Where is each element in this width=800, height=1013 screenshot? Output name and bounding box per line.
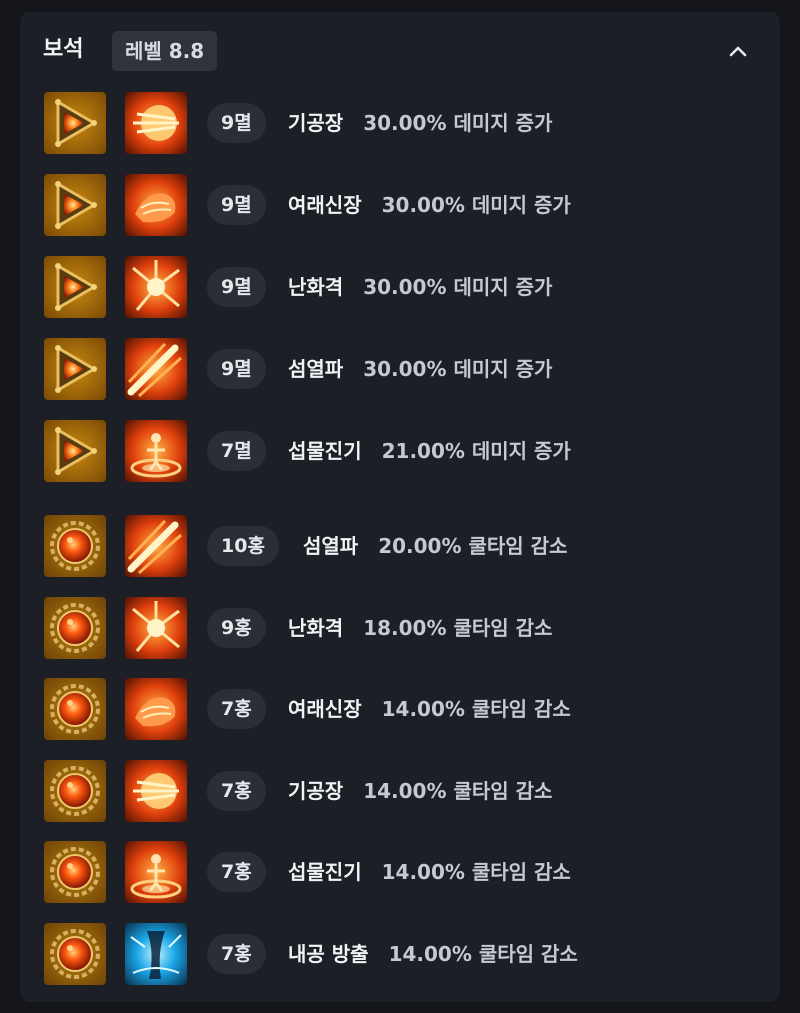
gem-row[interactable]: 10홍 섬열파 20.00% 쿨타임 감소: [20, 515, 780, 577]
gem-tier-badge: 9홍: [207, 608, 266, 648]
gem-row[interactable]: 7홍 섭물진기 14.00% 쿨타임 감소: [20, 841, 780, 903]
gem-row[interactable]: 7홍 내공 방출 14.00% 쿨타임 감소: [20, 923, 780, 985]
gem-panel: 보석 레벨 8.8 9멸 기공장 30.00% 데미지 증가 9멸 여래신장 3…: [20, 12, 780, 1002]
annihilation-gem-icon[interactable]: [44, 420, 106, 482]
skill-name: 기공장: [288, 779, 344, 803]
gem-tier-badge: 9멸: [207, 349, 266, 389]
skill-name: 난화격: [288, 275, 344, 299]
gem-description: 난화격 30.00% 데미지 증가: [288, 267, 552, 307]
gem-effect: 18.00% 쿨타임 감소: [363, 616, 553, 640]
gem-description: 섭물진기 21.00% 데미지 증가: [288, 431, 571, 471]
gem-effect: 20.00% 쿨타임 감소: [378, 534, 568, 558]
gem-description: 기공장 30.00% 데미지 증가: [288, 103, 552, 143]
ki-palm-icon[interactable]: [125, 92, 187, 154]
gem-tier-badge: 10홍: [207, 526, 279, 566]
skill-name: 여래신장: [288, 697, 362, 721]
skill-name: 여래신장: [288, 193, 362, 217]
gem-row[interactable]: 9멸 여래신장 30.00% 데미지 증가: [20, 174, 780, 236]
crimson-gem-icon[interactable]: [44, 597, 106, 659]
gem-description: 내공 방출 14.00% 쿨타임 감소: [288, 934, 578, 974]
gem-row[interactable]: 7홍 기공장 14.00% 쿨타임 감소: [20, 760, 780, 822]
annihilation-gem-icon[interactable]: [44, 256, 106, 318]
annihilation-gem-icon[interactable]: [44, 338, 106, 400]
buddha-palm-icon[interactable]: [125, 174, 187, 236]
skill-name: 기공장: [288, 111, 344, 135]
gem-description: 섬열파 30.00% 데미지 증가: [288, 349, 552, 389]
gem-description: 기공장 14.00% 쿨타임 감소: [288, 771, 552, 811]
flower-strike-icon[interactable]: [125, 597, 187, 659]
flash-wave-icon[interactable]: [125, 338, 187, 400]
crimson-gem-icon[interactable]: [44, 515, 106, 577]
chevron-up-icon: [729, 46, 747, 57]
gem-description: 여래신장 14.00% 쿨타임 감소: [288, 689, 571, 729]
buddha-palm-icon[interactable]: [125, 678, 187, 740]
crimson-gem-icon[interactable]: [44, 678, 106, 740]
inner-energy-release-icon[interactable]: [125, 923, 187, 985]
skill-name: 섬열파: [303, 534, 359, 558]
gem-effect: 30.00% 데미지 증가: [363, 111, 553, 135]
gem-level-badge: 레벨 8.8: [112, 31, 218, 71]
gem-row[interactable]: 9멸 난화격 30.00% 데미지 증가: [20, 256, 780, 318]
gem-row[interactable]: 9멸 기공장 30.00% 데미지 증가: [20, 92, 780, 154]
crimson-gem-icon[interactable]: [44, 760, 106, 822]
ki-palm-icon[interactable]: [125, 760, 187, 822]
gem-tier-badge: 7홍: [207, 689, 266, 729]
crimson-gem-icon[interactable]: [44, 923, 106, 985]
annihilation-gem-icon[interactable]: [44, 174, 106, 236]
skill-name: 섬열파: [288, 357, 344, 381]
crimson-gem-icon[interactable]: [44, 841, 106, 903]
gem-effect: 30.00% 데미지 증가: [363, 357, 553, 381]
gem-tier-badge: 7멸: [207, 431, 266, 471]
gem-effect: 14.00% 쿨타임 감소: [388, 942, 578, 966]
gem-effect: 14.00% 쿨타임 감소: [381, 860, 571, 884]
gem-effect: 14.00% 쿨타임 감소: [381, 697, 571, 721]
gem-tier-badge: 9멸: [207, 185, 266, 225]
qi-pull-icon[interactable]: [125, 841, 187, 903]
skill-name: 난화격: [288, 616, 344, 640]
gem-panel-header[interactable]: 보석 레벨 8.8: [20, 12, 780, 90]
gem-tier-badge: 7홍: [207, 934, 266, 974]
gem-description: 난화격 18.00% 쿨타임 감소: [288, 608, 552, 648]
skill-name: 내공 방출: [288, 942, 369, 966]
gem-tier-badge: 7홍: [207, 852, 266, 892]
flash-wave-icon[interactable]: [125, 515, 187, 577]
skill-name: 섭물진기: [288, 439, 362, 463]
gem-effect: 30.00% 데미지 증가: [363, 275, 553, 299]
panel-title: 보석: [43, 37, 84, 62]
gem-effect: 30.00% 데미지 증가: [381, 193, 571, 217]
gem-effect: 21.00% 데미지 증가: [381, 439, 571, 463]
gem-description: 섭물진기 14.00% 쿨타임 감소: [288, 852, 571, 892]
skill-name: 섭물진기: [288, 860, 362, 884]
qi-pull-icon[interactable]: [125, 420, 187, 482]
gem-row[interactable]: 9홍 난화격 18.00% 쿨타임 감소: [20, 597, 780, 659]
collapse-button[interactable]: [720, 33, 756, 69]
gem-row[interactable]: 7홍 여래신장 14.00% 쿨타임 감소: [20, 678, 780, 740]
gem-effect: 14.00% 쿨타임 감소: [363, 779, 553, 803]
gem-description: 섬열파 20.00% 쿨타임 감소: [303, 526, 567, 566]
gem-tier-badge: 9멸: [207, 267, 266, 307]
gem-row[interactable]: 9멸 섬열파 30.00% 데미지 증가: [20, 338, 780, 400]
gem-row[interactable]: 7멸 섭물진기 21.00% 데미지 증가: [20, 420, 780, 482]
gem-tier-badge: 7홍: [207, 771, 266, 811]
annihilation-gem-icon[interactable]: [44, 92, 106, 154]
gem-tier-badge: 9멸: [207, 103, 266, 143]
flower-strike-icon[interactable]: [125, 256, 187, 318]
gem-description: 여래신장 30.00% 데미지 증가: [288, 185, 571, 225]
